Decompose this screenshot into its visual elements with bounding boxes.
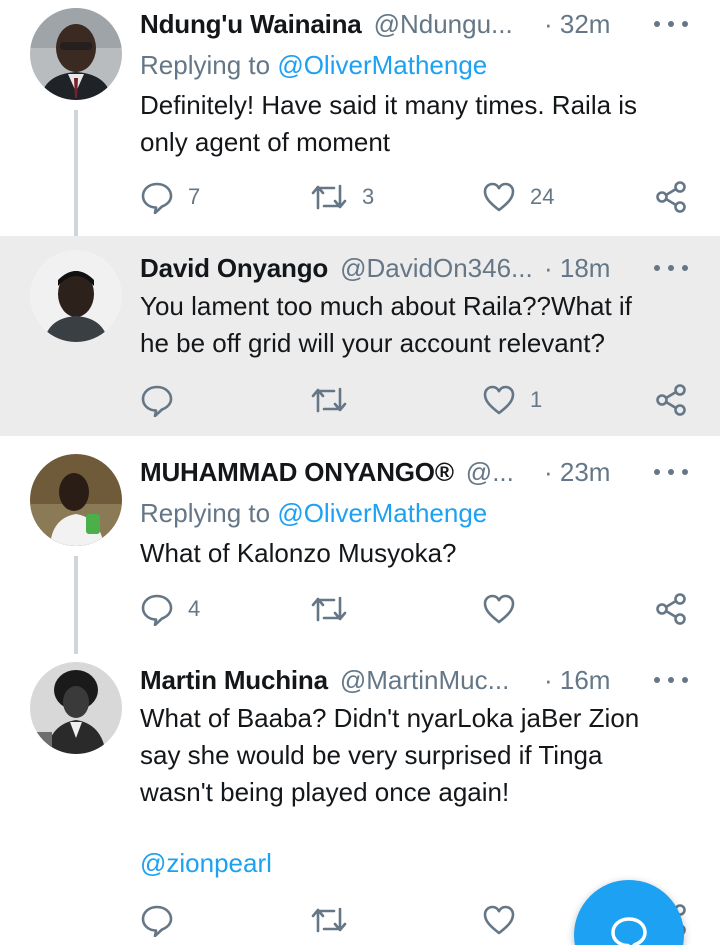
share-button[interactable] — [654, 380, 688, 420]
timestamp[interactable]: · 23m — [544, 457, 610, 488]
tweet-1[interactable]: Ndung'u Wainaina @Ndungu... · 32m Replyi… — [0, 0, 720, 242]
reply-icon — [140, 180, 174, 214]
tweet-text: You lament too much about Raila??What if… — [140, 288, 690, 362]
tweet-text-line: What of Baaba? Didn't nyarLoka jaBer Zio… — [140, 703, 640, 733]
tweet-text-line: wasn't being played once again! — [140, 777, 510, 807]
retweet-icon — [310, 180, 348, 214]
like-count: 1 — [530, 387, 543, 412]
retweet-icon — [310, 383, 348, 417]
reply-icon — [140, 383, 174, 417]
share-icon — [654, 180, 688, 214]
thread-connector — [74, 556, 78, 654]
avatar[interactable] — [30, 8, 122, 100]
tweet-header: Martin Muchina @MartinMuc... · 16m — [140, 662, 700, 698]
tweet-actions: 4 — [140, 589, 700, 629]
user-handle[interactable]: @DavidOn346... — [340, 253, 533, 284]
display-name[interactable]: MUHAMMAD ONYANGO® — [140, 457, 454, 488]
heart-icon — [482, 903, 516, 937]
tweet-text-line: What of Kalonzo Musyoka? — [140, 538, 457, 568]
heart-icon — [482, 592, 516, 626]
user-handle[interactable]: @MartinMuc... — [340, 665, 509, 696]
more-options-icon[interactable] — [654, 250, 688, 286]
like-button[interactable] — [482, 900, 516, 940]
heart-icon — [482, 180, 516, 214]
tweet-header: Ndung'u Wainaina @Ndungu... · 32m — [140, 6, 700, 42]
retweet-button[interactable] — [310, 380, 348, 420]
mention-link[interactable]: @OliverMathenge — [277, 50, 487, 80]
tweet-text: Definitely! Have said it many times. Rai… — [140, 87, 690, 161]
retweet-icon — [310, 903, 348, 937]
mention-link[interactable]: @zionpearl — [140, 848, 272, 879]
tweet-text-line: he be off grid will your account relevan… — [140, 328, 605, 358]
tweet-text: What of Baaba? Didn't nyarLoka jaBer Zio… — [140, 700, 690, 811]
avatar[interactable] — [30, 454, 122, 546]
thread-connector — [74, 110, 78, 242]
reply-icon — [140, 903, 174, 937]
display-name[interactable]: Ndung'u Wainaina — [140, 9, 362, 40]
replying-to: Replying to @OliverMathenge — [140, 50, 487, 81]
reply-count: 4 — [188, 596, 201, 621]
like-button[interactable] — [482, 589, 516, 629]
avatar[interactable] — [30, 250, 122, 342]
heart-icon — [482, 383, 516, 417]
like-count: 24 — [530, 184, 555, 209]
tweet-actions: 7 3 24 — [140, 177, 700, 217]
timestamp[interactable]: · 18m — [544, 253, 610, 284]
tweet-text-line: You lament too much about Raila??What if — [140, 291, 632, 321]
more-options-icon[interactable] — [654, 454, 688, 490]
reply-icon — [140, 592, 174, 626]
reply-button[interactable] — [140, 900, 174, 940]
tweet-text-line: Definitely! Have said it many times. Rai… — [140, 90, 638, 120]
retweet-button[interactable]: 3 — [310, 177, 374, 217]
tweet-text-line: say she would be very surprised if Tinga — [140, 740, 603, 770]
retweet-icon — [310, 592, 348, 626]
retweet-button[interactable] — [310, 589, 348, 629]
tweet-actions: 1 — [140, 380, 700, 420]
user-handle[interactable]: @... — [466, 457, 514, 488]
reply-count: 7 — [188, 184, 201, 209]
like-button[interactable]: 24 — [482, 177, 554, 217]
timestamp[interactable]: · 16m — [544, 665, 610, 696]
like-button[interactable]: 1 — [482, 380, 542, 420]
timestamp[interactable]: · 32m — [544, 9, 610, 40]
tweet-3[interactable]: MUHAMMAD ONYANGO® @... · 23m Replying to… — [0, 436, 720, 654]
reply-button[interactable]: 7 — [140, 177, 200, 217]
reply-button[interactable]: 4 — [140, 589, 200, 629]
mention-link[interactable]: @OliverMathenge — [277, 498, 487, 528]
tweet-header: MUHAMMAD ONYANGO® @... · 23m — [140, 454, 700, 490]
avatar[interactable] — [30, 662, 122, 754]
tweet-text-line: only agent of moment — [140, 127, 391, 157]
more-options-icon[interactable] — [654, 662, 688, 698]
retweet-count: 3 — [362, 184, 375, 209]
more-options-icon[interactable] — [654, 6, 688, 42]
retweet-button[interactable] — [310, 900, 348, 940]
tweet-2[interactable]: David Onyango @DavidOn346... · 18m You l… — [0, 236, 720, 436]
tweet-text: What of Kalonzo Musyoka? — [140, 535, 690, 572]
replying-to: Replying to @OliverMathenge — [140, 498, 487, 529]
share-button[interactable] — [654, 589, 688, 629]
replying-to-label: Replying to — [140, 498, 271, 528]
share-button[interactable] — [654, 177, 688, 217]
tweet-header: David Onyango @DavidOn346... · 18m — [140, 250, 700, 286]
display-name[interactable]: David Onyango — [140, 253, 328, 284]
reply-button[interactable] — [140, 380, 174, 420]
display-name[interactable]: Martin Muchina — [140, 665, 328, 696]
replying-to-label: Replying to — [140, 50, 271, 80]
user-handle[interactable]: @Ndungu... — [374, 9, 513, 40]
share-icon — [654, 592, 688, 626]
share-icon — [654, 383, 688, 417]
